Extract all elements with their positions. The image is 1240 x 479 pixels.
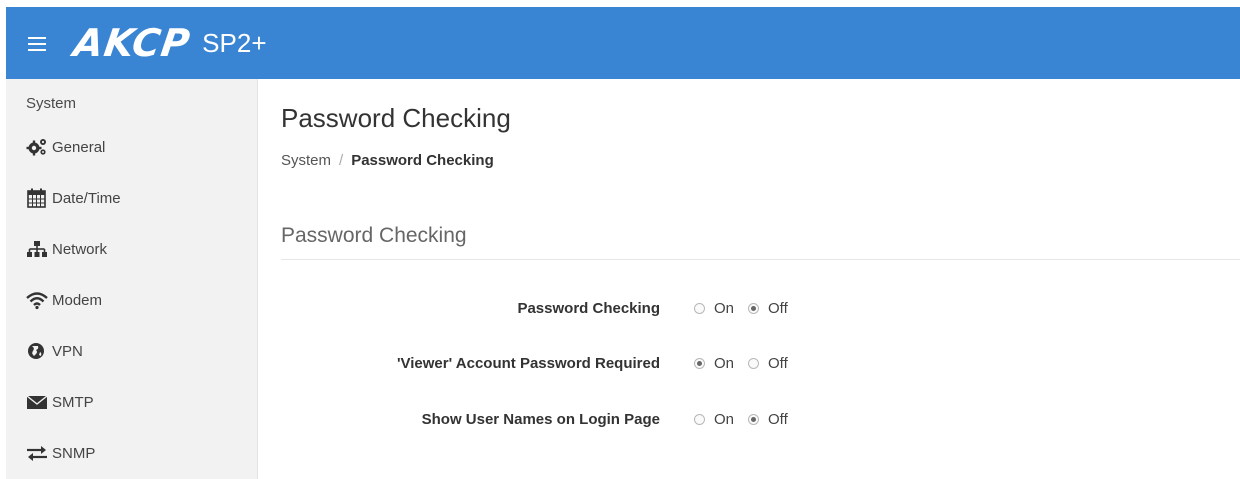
top-navbar: AKCP SP2+ <box>6 7 1240 79</box>
field-label: Password Checking <box>517 300 660 317</box>
sidebar-item-label: SMTP <box>52 393 94 411</box>
radio-group-viewer-password: On Off <box>694 355 802 372</box>
radio-label: Off <box>768 355 788 372</box>
breadcrumb-item-system[interactable]: System <box>281 152 331 169</box>
sidebar-item-label: Modem <box>52 291 103 309</box>
radio-label: On <box>714 300 735 317</box>
radio-option-off[interactable]: Off <box>748 300 788 317</box>
sidebar-item-general[interactable]: General <box>26 135 105 159</box>
wifi-icon <box>26 290 48 310</box>
radio-group-password-checking: On Off <box>694 300 802 317</box>
sidebar-item-label: General <box>52 138 106 156</box>
radio-option-on[interactable]: On <box>694 355 734 372</box>
sidebar-item-snmp[interactable]: SNMP <box>26 441 95 465</box>
globe-icon <box>26 341 48 361</box>
radio-label: On <box>714 411 735 428</box>
akcp-logo-text: AKCP <box>70 21 194 65</box>
radio-button[interactable] <box>748 358 760 369</box>
calendar-icon <box>26 188 48 208</box>
product-name: SP2+ <box>202 28 267 58</box>
sidebar-item-label: Date/Time <box>52 189 121 207</box>
sitemap-icon <box>26 239 48 259</box>
form-row-show-user-names: Show User Names on Login Page On Off <box>258 407 1240 433</box>
exchange-arrows-icon <box>26 443 48 463</box>
sidebar-item-network[interactable]: Network <box>26 237 107 261</box>
sidebar-item-label: SNMP <box>52 444 96 462</box>
sidebar: System General Date/Time Network Modem V… <box>6 79 258 479</box>
radio-button[interactable] <box>694 414 705 425</box>
radio-button[interactable] <box>694 303 705 314</box>
form-row-viewer-password-required: 'Viewer' Account Password Required On Of… <box>258 351 1240 377</box>
radio-button[interactable] <box>748 414 760 425</box>
sidebar-item-datetime[interactable]: Date/Time <box>26 186 121 210</box>
gears-icon <box>26 137 48 157</box>
breadcrumb: System / Password Checking <box>281 152 494 169</box>
page-title: Password Checking <box>281 103 511 133</box>
hamburger-menu-icon[interactable] <box>28 37 46 51</box>
breadcrumb-current: Password Checking <box>351 152 494 169</box>
field-label: 'Viewer' Account Password Required <box>396 355 660 372</box>
radio-label: Off <box>768 411 788 428</box>
sidebar-item-modem[interactable]: Modem <box>26 288 102 312</box>
brand-logo[interactable]: AKCP SP2+ <box>70 21 267 65</box>
envelope-icon <box>26 392 48 412</box>
breadcrumb-separator: / <box>339 152 344 169</box>
form-row-password-checking: Password Checking On Off <box>258 296 1240 322</box>
sidebar-item-vpn[interactable]: VPN <box>26 339 83 363</box>
sidebar-item-label: Network <box>52 240 108 258</box>
main-content: Password Checking System / Password Checki… <box>258 79 1240 479</box>
radio-label: On <box>714 355 735 372</box>
radio-option-off[interactable]: Off <box>748 355 788 372</box>
sidebar-heading: System <box>26 95 77 112</box>
radio-group-show-user-names: On Off <box>694 411 802 428</box>
sidebar-item-smtp[interactable]: SMTP <box>26 390 94 414</box>
section-divider <box>281 259 1240 260</box>
radio-button[interactable] <box>748 303 760 314</box>
radio-option-on[interactable]: On <box>694 300 734 317</box>
radio-option-on[interactable]: On <box>694 411 734 428</box>
field-label: Show User Names on Login Page <box>421 411 660 428</box>
radio-button[interactable] <box>694 358 705 369</box>
sidebar-item-label: VPN <box>52 342 83 360</box>
section-title: Password Checking <box>281 224 467 247</box>
radio-option-off[interactable]: Off <box>748 411 788 428</box>
app-window: AKCP SP2+ System General Date/Time Netwo… <box>6 7 1240 479</box>
radio-label: Off <box>768 300 788 317</box>
